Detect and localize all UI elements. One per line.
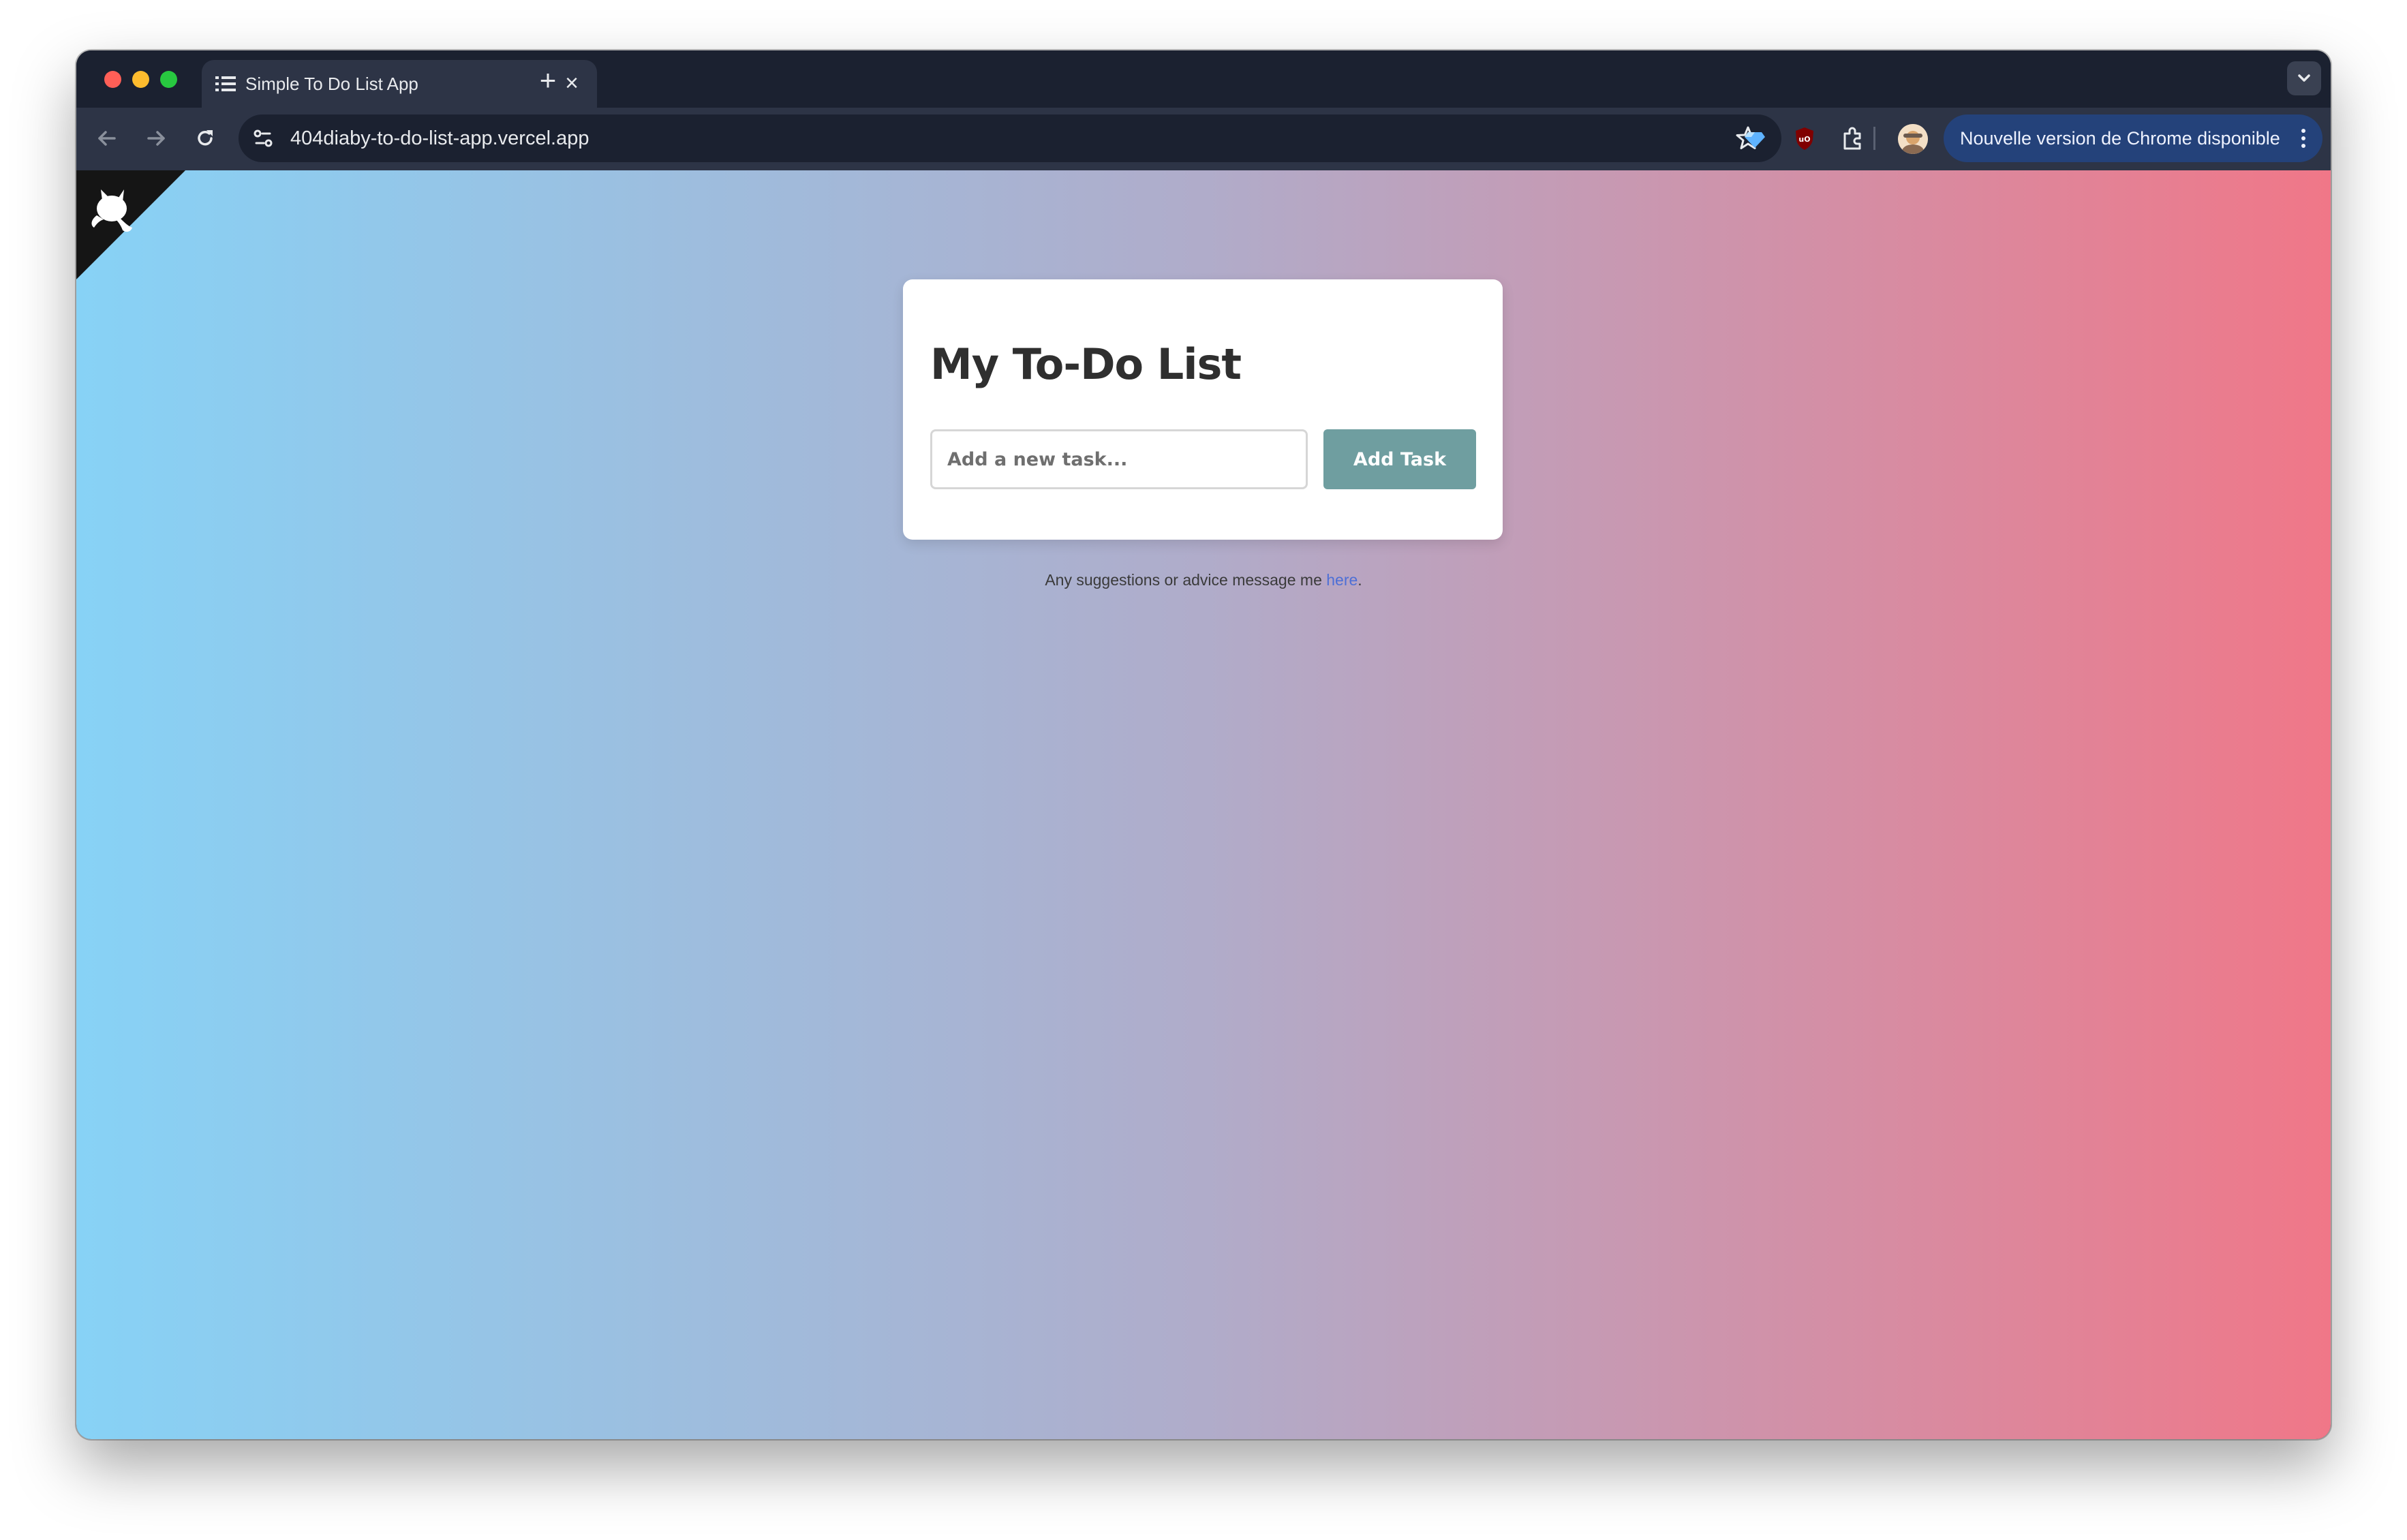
ublock-origin-icon[interactable]: uO	[1789, 123, 1820, 154]
list-icon	[215, 76, 236, 91]
footer-suffix: .	[1358, 571, 1362, 589]
site-info-icon[interactable]	[248, 123, 278, 153]
add-task-button[interactable]: Add Task	[1323, 429, 1476, 489]
contact-link[interactable]: here	[1326, 571, 1358, 589]
url-text[interactable]: 404diaby-to-do-list-app.vercel.app	[290, 127, 589, 150]
minimize-window-button[interactable]	[132, 71, 149, 88]
extensions-puzzle-icon[interactable]	[1837, 123, 1869, 154]
browser-toolbar: 404diaby-to-do-list-app.vercel.app uO No…	[76, 108, 2331, 170]
kebab-menu-icon[interactable]	[2297, 127, 2310, 150]
new-task-input[interactable]	[930, 429, 1308, 489]
browser-window: Simple To Do List App × + 404diaby-to-do…	[76, 50, 2331, 1439]
maximize-window-button[interactable]	[160, 71, 177, 88]
back-arrow-icon[interactable]	[90, 121, 124, 155]
profile-avatar[interactable]	[1898, 124, 1928, 154]
gem-extension-icon[interactable]	[1739, 123, 1770, 154]
new-tab-button[interactable]: +	[533, 66, 563, 97]
footer-note: Any suggestions or advice message me her…	[76, 571, 2331, 589]
page-viewport: My To-Do List Add Task Any suggestions o…	[76, 170, 2331, 1439]
reload-icon[interactable]	[188, 121, 222, 155]
forward-arrow-icon[interactable]	[139, 121, 173, 155]
chevron-down-icon	[2298, 74, 2310, 82]
tab-title: Simple To Do List App	[245, 74, 418, 94]
toolbar-separator	[1873, 127, 1875, 150]
profile-photo-icon	[1898, 124, 1928, 154]
tab-strip: Simple To Do List App × +	[76, 50, 2331, 108]
footer-text: Any suggestions or advice message me	[1045, 571, 1327, 589]
address-bar[interactable]: 404diaby-to-do-list-app.vercel.app	[239, 114, 1781, 162]
tab-search-button[interactable]	[2287, 61, 2321, 95]
chrome-update-button[interactable]: Nouvelle version de Chrome disponible	[1944, 114, 2322, 162]
todo-card: My To-Do List Add Task	[903, 279, 1503, 540]
svg-text:uO: uO	[1798, 135, 1810, 144]
update-label: Nouvelle version de Chrome disponible	[1960, 128, 2280, 149]
github-corner-icon[interactable]	[76, 170, 185, 279]
page-title: My To-Do List	[930, 339, 1242, 389]
close-window-button[interactable]	[104, 71, 121, 88]
